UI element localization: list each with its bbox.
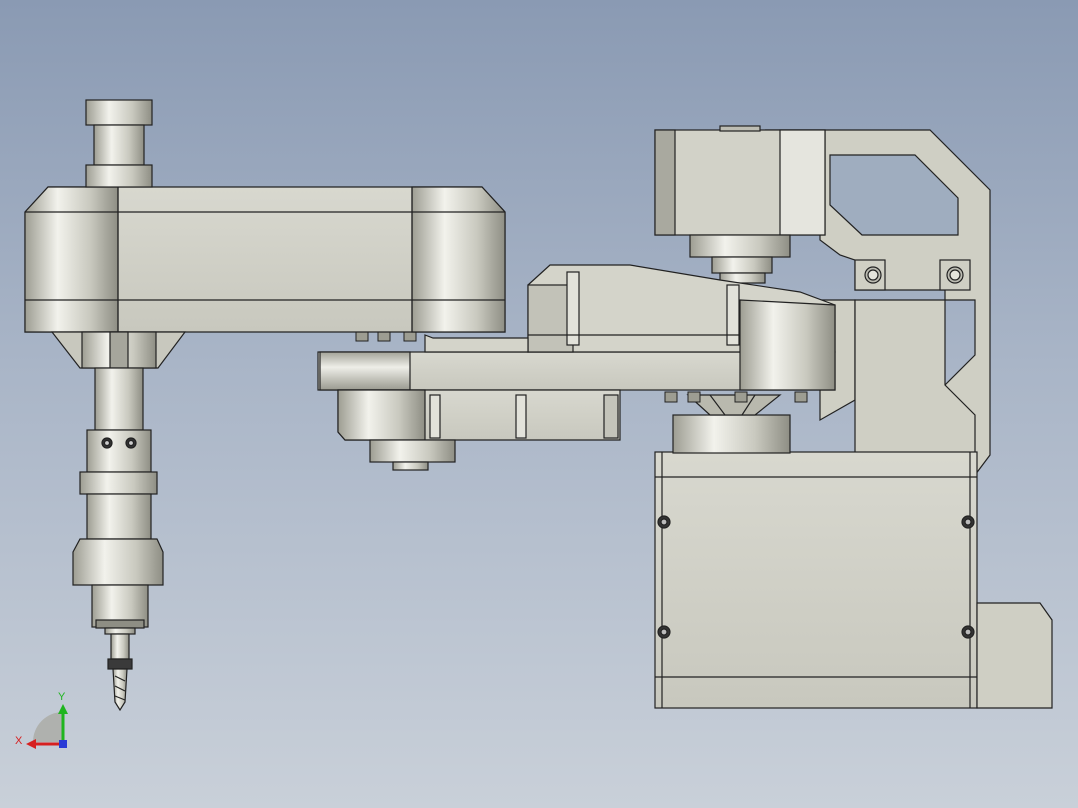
top-motor-housing[interactable] — [654, 125, 826, 284]
x-axis-arrow — [26, 739, 36, 749]
ball-screw-quill[interactable] — [50, 331, 187, 586]
base-cabinet[interactable] — [654, 451, 1053, 709]
z-axis-marker — [59, 740, 67, 748]
base-joint-flange[interactable] — [672, 394, 791, 454]
x-axis-label: X — [15, 735, 23, 747]
y-axis-arrow — [58, 704, 68, 714]
z-axis-motor-cap[interactable] — [85, 99, 153, 188]
cad-viewport[interactable]: X Y — [0, 0, 1078, 808]
spindle-end-effector[interactable] — [91, 584, 149, 712]
cable-connector-box — [976, 602, 1053, 709]
drill-bit — [112, 668, 128, 712]
first-arm-link[interactable] — [24, 186, 506, 333]
y-axis-label: Y — [58, 691, 66, 703]
second-arm-underside[interactable] — [337, 389, 621, 471]
triad-plane — [33, 712, 63, 742]
axis-triad: X Y — [15, 691, 68, 749]
